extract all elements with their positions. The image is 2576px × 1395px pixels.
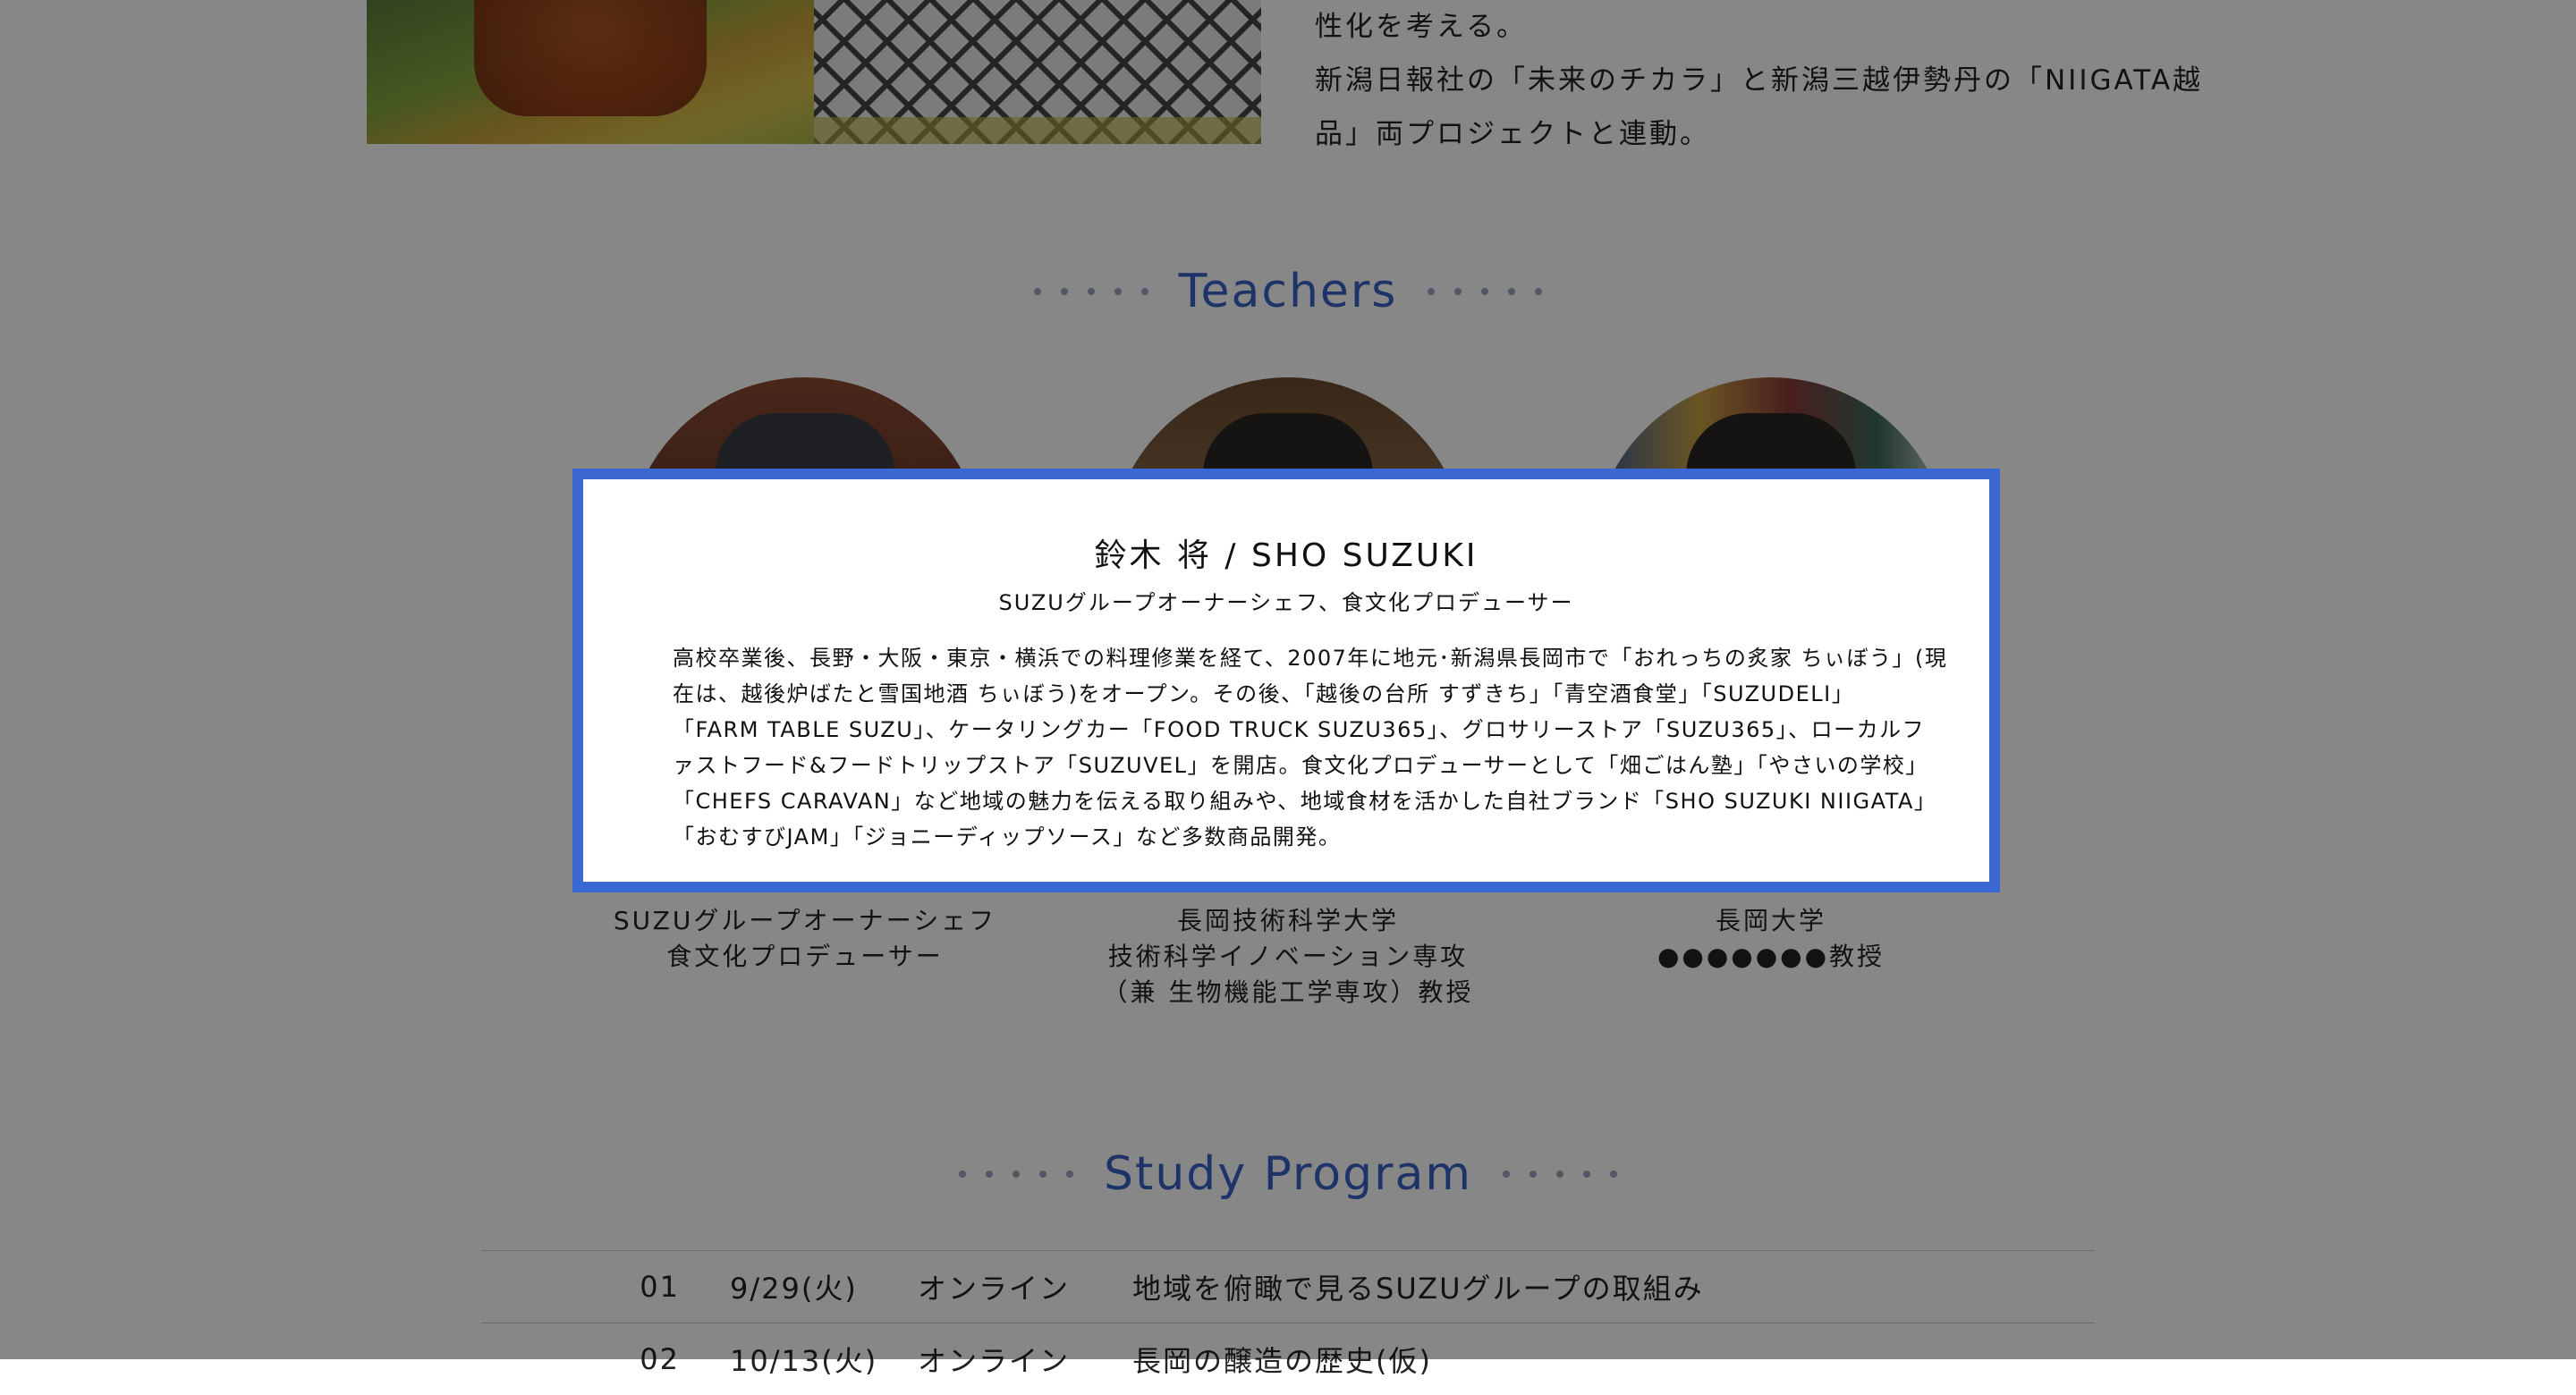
teacher-detail-modal[interactable]: 鈴木 将 / SHO SUZUKI SUZUグループオーナーシェフ、食文化プロデ… (572, 469, 2000, 892)
page: 性化を考える。 新潟日報社の「未来のチカラ」と新潟三越伊勢丹の「NIIGATA越… (0, 0, 2576, 1378)
modal-bio-line: 在は、越後炉ばたと雪国地酒 ちぃぼう)をオープン。その後、「越後の台所 すずきち… (673, 681, 1855, 706)
modal-bio-line: 高校卒業後、長野・大阪・東京・横浜での料理修業を経て、2007年に地元･新潟県長… (673, 646, 1948, 671)
modal-bio-line: ァストフード&フードトリップストア「SUZUVEL」を開店。食文化プロデューサー… (673, 753, 1928, 778)
modal-bio-line: 「おむすびJAM」「ジョニーディップソース」など多数商品開発。 (673, 824, 1342, 850)
modal-bio-line: 「CHEFS CARAVAN」など地域の魅力を伝える取り組みや、地域食材を活かし… (673, 789, 1937, 814)
modal-bio-line: 「FARM TABLE SUZU」、ケータリングカー「FOOD TRUCK SU… (673, 717, 1926, 742)
modal-teacher-role: SUZUグループオーナーシェフ、食文化プロデューサー (998, 590, 1574, 615)
modal-teacher-bio: 高校卒業後、長野・大阪・東京・横浜での料理修業を経て、2007年に地元･新潟県長… (673, 640, 1948, 855)
modal-teacher-name: 鈴木 将 / SHO SUZUKI (1094, 537, 1479, 574)
